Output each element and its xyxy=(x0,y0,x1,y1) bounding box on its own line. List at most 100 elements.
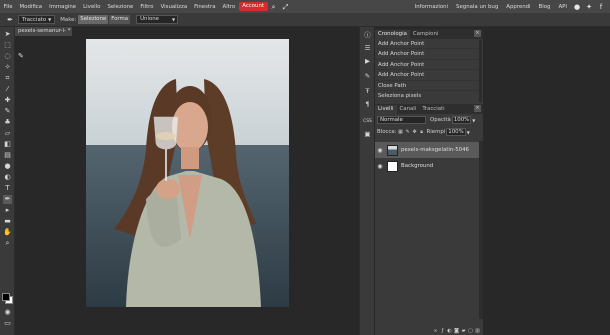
actions-icon[interactable]: ▶ xyxy=(363,57,372,66)
history-item[interactable]: Add Anchor Point xyxy=(375,60,483,71)
folder-icon[interactable]: ▰ xyxy=(460,328,467,334)
chevron-down-icon: ▼ xyxy=(172,17,176,22)
foreground-color-swatch[interactable] xyxy=(2,293,10,301)
lock-position-icon[interactable]: ✥ xyxy=(412,129,418,135)
menu-selezione[interactable]: Selezione xyxy=(104,4,137,10)
history-item[interactable]: Close Path xyxy=(375,81,483,91)
menu-file[interactable]: File xyxy=(0,4,16,10)
eraser-tool-icon[interactable]: ▱ xyxy=(3,129,12,138)
close-icon[interactable]: × xyxy=(474,30,481,37)
properties-icon[interactable]: ☰ xyxy=(363,44,372,53)
document-tab[interactable]: pexels-semanur-i- * × xyxy=(15,27,72,36)
menu-immagine[interactable]: Immagine xyxy=(46,4,80,10)
lock-pixels-icon[interactable]: ✎ xyxy=(405,129,411,135)
layers-scrollbar[interactable] xyxy=(479,141,483,319)
blend-row: Normale Opacità 100% ▼ xyxy=(375,114,483,126)
path-mode-select[interactable]: Tracciato ▼ xyxy=(18,15,56,24)
menu-altro[interactable]: Altro xyxy=(219,4,239,10)
tab-livelli[interactable]: Livelli xyxy=(375,105,397,114)
magic-wand-icon[interactable]: ✧ xyxy=(3,63,12,72)
brush-settings-icon[interactable]: ✎ xyxy=(363,72,372,81)
eye-icon[interactable]: ◉ xyxy=(375,163,385,170)
healing-brush-icon[interactable]: ✚ xyxy=(3,96,12,105)
dodge-tool-icon[interactable]: ◐ xyxy=(3,173,12,182)
brush-tool-icon[interactable]: ✎ xyxy=(3,107,12,116)
menu-account[interactable]: Account xyxy=(238,2,268,11)
fill-input[interactable]: 100% xyxy=(446,128,466,136)
menu-informazioni[interactable]: Informazioni xyxy=(411,4,452,10)
marquee-tool-icon[interactable]: ⬚ xyxy=(3,41,12,50)
link-icon[interactable]: ∞ xyxy=(432,328,439,334)
tab-campioni[interactable]: Campioni xyxy=(410,30,441,39)
tab-tracciati[interactable]: Tracciati xyxy=(419,105,447,114)
crop-tool-icon[interactable]: ⌗ xyxy=(3,74,12,83)
css-icon[interactable]: CSS xyxy=(363,117,372,126)
close-icon[interactable]: × xyxy=(474,105,481,112)
history-item[interactable]: Add Anchor Point xyxy=(375,49,483,60)
opacity-input[interactable]: 100% xyxy=(451,116,472,124)
history-item[interactable]: Seleziona pixels xyxy=(375,91,483,101)
fx-icon[interactable]: ƒ xyxy=(439,328,446,334)
eyedropper-icon[interactable]: ⁄ xyxy=(3,85,12,94)
mask-icon[interactable]: ◙ xyxy=(453,328,460,334)
menu-filtro[interactable]: Filtro xyxy=(137,4,157,10)
gradient-tool-icon[interactable]: ▤ xyxy=(3,151,12,160)
menu-visualizza[interactable]: Visualizza xyxy=(157,4,191,10)
menu-segnala-bug[interactable]: Segnala un bug xyxy=(452,4,502,10)
fullscreen-icon[interactable]: ⤢ xyxy=(282,3,290,11)
zoom-tool-icon[interactable]: ⌕ xyxy=(3,239,12,248)
pen-tool-icon[interactable]: ✒ xyxy=(3,195,12,204)
blur-tool-icon[interactable]: ● xyxy=(3,162,12,171)
history-item[interactable]: Add Anchor Point xyxy=(375,70,483,81)
bucket-tool-icon[interactable]: ◧ xyxy=(3,140,12,149)
search-icon[interactable]: ⌕ xyxy=(270,3,278,11)
menu-modifica[interactable]: Modifica xyxy=(16,4,46,10)
trash-icon[interactable]: ▥ xyxy=(474,328,481,334)
lock-row: Blocca: ▦ ✎ ✥ 🔒︎ Riempi 100% ▼ xyxy=(375,126,483,138)
menu-apprendi[interactable]: Apprendi xyxy=(502,4,534,10)
eye-icon[interactable]: ◉ xyxy=(375,147,385,154)
blend-mode-select[interactable]: Normale xyxy=(377,116,426,124)
lasso-tool-icon[interactable]: ◌ xyxy=(3,52,12,61)
quick-mask-icon[interactable]: ◉ xyxy=(3,308,12,317)
panel-icon-column: ⓘ ☰ ▶ ✎ Ŧ ¶ CSS ▣ xyxy=(359,27,374,335)
reddit-icon[interactable]: ● xyxy=(573,3,581,11)
text-tool-icon[interactable]: T xyxy=(3,184,12,193)
layer-row-photo[interactable]: ◉ pexels-maksgelatin-5046 xyxy=(375,142,480,158)
fill-label: Riempi xyxy=(426,129,446,135)
history-item[interactable]: Add Anchor Point xyxy=(375,39,483,50)
facebook-icon[interactable]: f xyxy=(597,3,605,11)
combine-mode-select[interactable]: Unione ▼ xyxy=(136,15,179,24)
history-scrollbar[interactable] xyxy=(479,40,482,102)
adjustment-icon[interactable]: ◐ xyxy=(446,328,453,334)
info-icon[interactable]: ⓘ xyxy=(363,31,372,40)
shape-tool-icon[interactable]: ▬ xyxy=(3,217,12,226)
lock-transparency-icon[interactable]: ▦ xyxy=(398,129,404,135)
chevron-down-icon[interactable]: ▼ xyxy=(472,118,475,123)
tab-canali[interactable]: Canali xyxy=(397,105,420,114)
character-icon[interactable]: Ŧ xyxy=(363,87,372,96)
move-tool-icon[interactable]: ➤ xyxy=(3,30,12,39)
menu-api[interactable]: API xyxy=(554,4,571,10)
new-layer-icon[interactable]: ▢ xyxy=(467,328,474,334)
paragraph-icon[interactable]: ¶ xyxy=(363,100,372,109)
tab-cronologia[interactable]: Cronologia xyxy=(375,30,410,39)
menu-bar: File Modifica Immagine Livello Selezione… xyxy=(0,0,610,13)
document-tab-label: pexels-semanur-i- * xyxy=(18,28,71,34)
path-select-icon[interactable]: ▸ xyxy=(3,206,12,215)
clone-stamp-icon[interactable]: ♣ xyxy=(3,118,12,127)
chevron-down-icon[interactable]: ▼ xyxy=(467,130,470,135)
make-selection-button[interactable]: Selezione xyxy=(78,15,109,24)
menu-livello[interactable]: Livello xyxy=(80,4,104,10)
twitter-icon[interactable]: ✦ xyxy=(585,3,593,11)
menu-finestra[interactable]: Finestra xyxy=(191,4,219,10)
layer-row-background[interactable]: ◉ Background xyxy=(375,158,480,174)
lock-all-icon[interactable]: 🔒︎ xyxy=(419,129,425,135)
screen-mode-icon[interactable]: ▭ xyxy=(3,319,12,328)
hand-tool-icon[interactable]: ✋ xyxy=(3,228,12,237)
menu-blog[interactable]: Blog xyxy=(535,4,555,10)
canvas-image[interactable] xyxy=(86,39,289,307)
make-shape-button[interactable]: Forma xyxy=(109,15,131,24)
cursor-icon: ✎ xyxy=(18,52,24,60)
image-icon[interactable]: ▣ xyxy=(363,130,372,139)
